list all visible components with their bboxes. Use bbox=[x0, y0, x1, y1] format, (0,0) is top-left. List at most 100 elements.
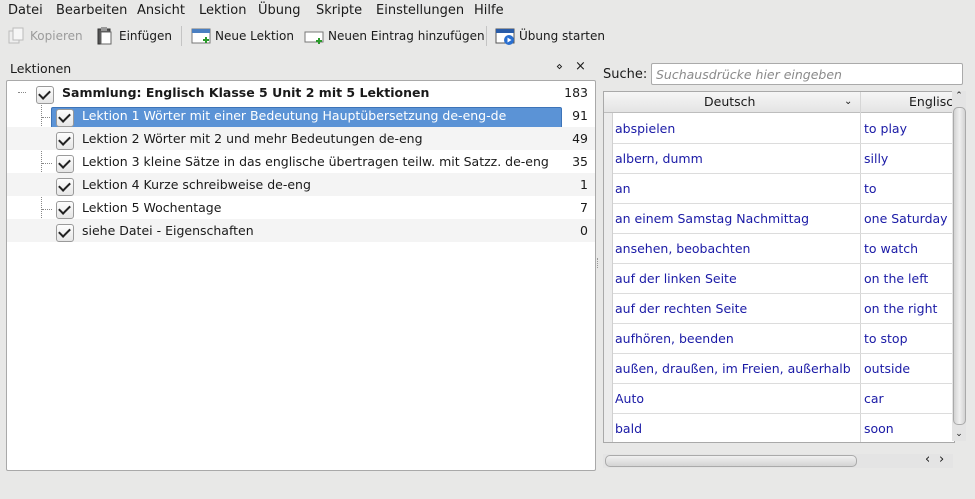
table-row[interactable]: auf der linken Seite on the left bbox=[604, 263, 954, 294]
copy-button[interactable]: Kopieren bbox=[6, 24, 83, 48]
search-label: Suche: bbox=[603, 67, 648, 82]
new-entry-button[interactable]: Neuen Eintrag hinzufügen bbox=[304, 24, 485, 48]
cell-deutsch[interactable]: an einem Samstag Nachmittag bbox=[615, 211, 809, 226]
menu-datei[interactable]: Datei bbox=[8, 3, 43, 18]
menu-uebung[interactable]: Übung bbox=[258, 3, 301, 18]
row-header[interactable] bbox=[604, 263, 613, 293]
cell-deutsch[interactable]: aufhören, beenden bbox=[615, 331, 734, 346]
collection-checkbox[interactable] bbox=[36, 86, 54, 104]
cell-englisch[interactable]: car bbox=[864, 391, 884, 406]
new-lesson-icon bbox=[191, 26, 211, 46]
cell-deutsch[interactable]: albern, dumm bbox=[615, 151, 703, 166]
lesson-row-4[interactable]: Lektion 4 Kurze schreibweise de-eng 1 bbox=[7, 173, 595, 196]
row-header[interactable] bbox=[604, 233, 613, 263]
cell-deutsch[interactable]: auf der linken Seite bbox=[615, 271, 737, 286]
table-row[interactable]: außen, draußen, im Freien, außerhalb outs… bbox=[604, 353, 954, 384]
row-header[interactable] bbox=[604, 323, 613, 353]
scroll-left-icon[interactable]: ‹ bbox=[925, 452, 930, 467]
scroll-right-icon[interactable]: › bbox=[939, 452, 944, 467]
table-row[interactable]: ansehen, beobachten to watch bbox=[604, 233, 954, 264]
vertical-scrollbar[interactable]: ⌃ ⌄ bbox=[952, 91, 966, 441]
table-row[interactable]: abspielen to play bbox=[604, 113, 954, 144]
start-practice-button[interactable]: Übung starten bbox=[495, 24, 605, 48]
lesson-checkbox[interactable] bbox=[56, 155, 74, 173]
lesson-count: 7 bbox=[580, 200, 588, 215]
column-header-englisch[interactable]: Englisch bbox=[909, 94, 954, 109]
vertical-scroll-thumb[interactable] bbox=[953, 107, 966, 425]
cell-englisch[interactable]: outside bbox=[864, 361, 910, 376]
table-row[interactable]: albern, dumm silly bbox=[604, 143, 954, 174]
paste-button[interactable]: Einfügen bbox=[95, 24, 172, 48]
cell-englisch[interactable]: to bbox=[864, 181, 877, 196]
row-header[interactable] bbox=[604, 203, 613, 233]
search-placeholder: Suchausdrücke hier eingeben bbox=[656, 67, 842, 82]
table-row[interactable]: aufhören, beenden to stop bbox=[604, 323, 954, 354]
new-lesson-button[interactable]: Neue Lektion bbox=[191, 24, 294, 48]
row-header[interactable] bbox=[604, 383, 613, 413]
cell-deutsch[interactable]: Auto bbox=[615, 391, 644, 406]
lesson-row-3[interactable]: Lektion 3 kleine Sätze in das englische … bbox=[7, 150, 595, 173]
row-header[interactable] bbox=[604, 143, 613, 173]
lesson-checkbox[interactable] bbox=[56, 109, 74, 127]
cell-englisch[interactable]: to watch bbox=[864, 241, 918, 256]
row-header[interactable] bbox=[604, 413, 613, 442]
lesson-checkbox[interactable] bbox=[56, 132, 74, 150]
cell-englisch[interactable]: one Saturday bbox=[864, 211, 948, 226]
sort-chevron-icon[interactable]: ⌄ bbox=[844, 96, 852, 107]
vocabulary-table[interactable]: Deutsch ⌄ Englisch abspielen to play alber… bbox=[603, 91, 955, 443]
menu-bearbeiten[interactable]: Bearbeiten bbox=[56, 3, 127, 18]
cell-deutsch[interactable]: auf der rechten Seite bbox=[615, 301, 747, 316]
row-header[interactable] bbox=[604, 113, 613, 143]
table-row[interactable]: an einem Samstag Nachmittag one Saturday bbox=[604, 203, 954, 234]
cell-englisch[interactable]: on the right bbox=[864, 301, 937, 316]
lesson-checkbox[interactable] bbox=[56, 224, 74, 242]
splitter-handle[interactable] bbox=[597, 258, 600, 268]
cell-deutsch[interactable]: außen, draußen, im Freien, außerhalb bbox=[615, 361, 851, 376]
collection-count: 183 bbox=[564, 85, 588, 100]
lessons-tree[interactable]: Sammlung: Englisch Klasse 5 Unit 2 mit 5… bbox=[6, 80, 596, 471]
table-row[interactable]: bald soon bbox=[604, 413, 954, 442]
table-row[interactable]: Auto car bbox=[604, 383, 954, 414]
scroll-down-icon[interactable]: ⌄ bbox=[953, 429, 965, 440]
row-header[interactable] bbox=[604, 173, 613, 203]
menu-lektion[interactable]: Lektion bbox=[199, 3, 246, 18]
start-practice-label: Übung starten bbox=[519, 29, 605, 43]
lesson-row-6[interactable]: siehe Datei - Eigenschaften 0 bbox=[7, 219, 595, 242]
menu-skripte[interactable]: Skripte bbox=[316, 3, 362, 18]
lesson-label: Lektion 2 Wörter mit 2 und mehr Bedeutun… bbox=[82, 131, 423, 146]
cell-deutsch[interactable]: an bbox=[615, 181, 631, 196]
cell-englisch[interactable]: to play bbox=[864, 121, 907, 136]
table-row[interactable]: auf der rechten Seite on the right bbox=[604, 293, 954, 324]
menu-ansicht[interactable]: Ansicht bbox=[137, 3, 185, 18]
table-row[interactable]: an to bbox=[604, 173, 954, 204]
lesson-checkbox[interactable] bbox=[56, 201, 74, 219]
menu-hilfe[interactable]: Hilfe bbox=[474, 3, 504, 18]
cell-deutsch[interactable]: abspielen bbox=[615, 121, 675, 136]
cell-deutsch[interactable]: bald bbox=[615, 421, 642, 436]
search-input[interactable]: Suchausdrücke hier eingeben bbox=[651, 63, 963, 85]
dock-float-icon[interactable]: ⋄ bbox=[556, 60, 563, 73]
lesson-checkbox[interactable] bbox=[56, 178, 74, 196]
cell-deutsch[interactable]: ansehen, beobachten bbox=[615, 241, 750, 256]
collection-row[interactable]: Sammlung: Englisch Klasse 5 Unit 2 mit 5… bbox=[7, 81, 595, 104]
lesson-row-2[interactable]: Lektion 2 Wörter mit 2 und mehr Bedeutun… bbox=[7, 127, 595, 150]
column-header-deutsch[interactable]: Deutsch bbox=[704, 94, 755, 109]
new-lesson-label: Neue Lektion bbox=[215, 29, 294, 43]
row-header[interactable] bbox=[604, 353, 613, 383]
copy-icon bbox=[6, 26, 26, 46]
dock-close-icon[interactable]: × bbox=[575, 59, 586, 74]
lesson-count: 1 bbox=[580, 177, 588, 192]
cell-englisch[interactable]: silly bbox=[864, 151, 888, 166]
cell-englisch[interactable]: soon bbox=[864, 421, 894, 436]
row-header[interactable] bbox=[604, 293, 613, 323]
cell-englisch[interactable]: to stop bbox=[864, 331, 908, 346]
cell-englisch[interactable]: on the left bbox=[864, 271, 928, 286]
menu-einstellungen[interactable]: Einstellungen bbox=[376, 3, 464, 18]
lesson-row-1[interactable]: Lektion 1 Wörter mit einer Bedeutung Hau… bbox=[7, 104, 595, 127]
horizontal-scroll-thumb[interactable] bbox=[605, 455, 857, 467]
horizontal-scrollbar[interactable]: ‹ › bbox=[603, 452, 953, 468]
lesson-count: 91 bbox=[572, 108, 588, 123]
scroll-up-icon[interactable]: ⌃ bbox=[953, 91, 965, 102]
lessons-dock-title: Lektionen bbox=[10, 61, 72, 76]
lesson-row-5[interactable]: Lektion 5 Wochentage 7 bbox=[7, 196, 595, 219]
